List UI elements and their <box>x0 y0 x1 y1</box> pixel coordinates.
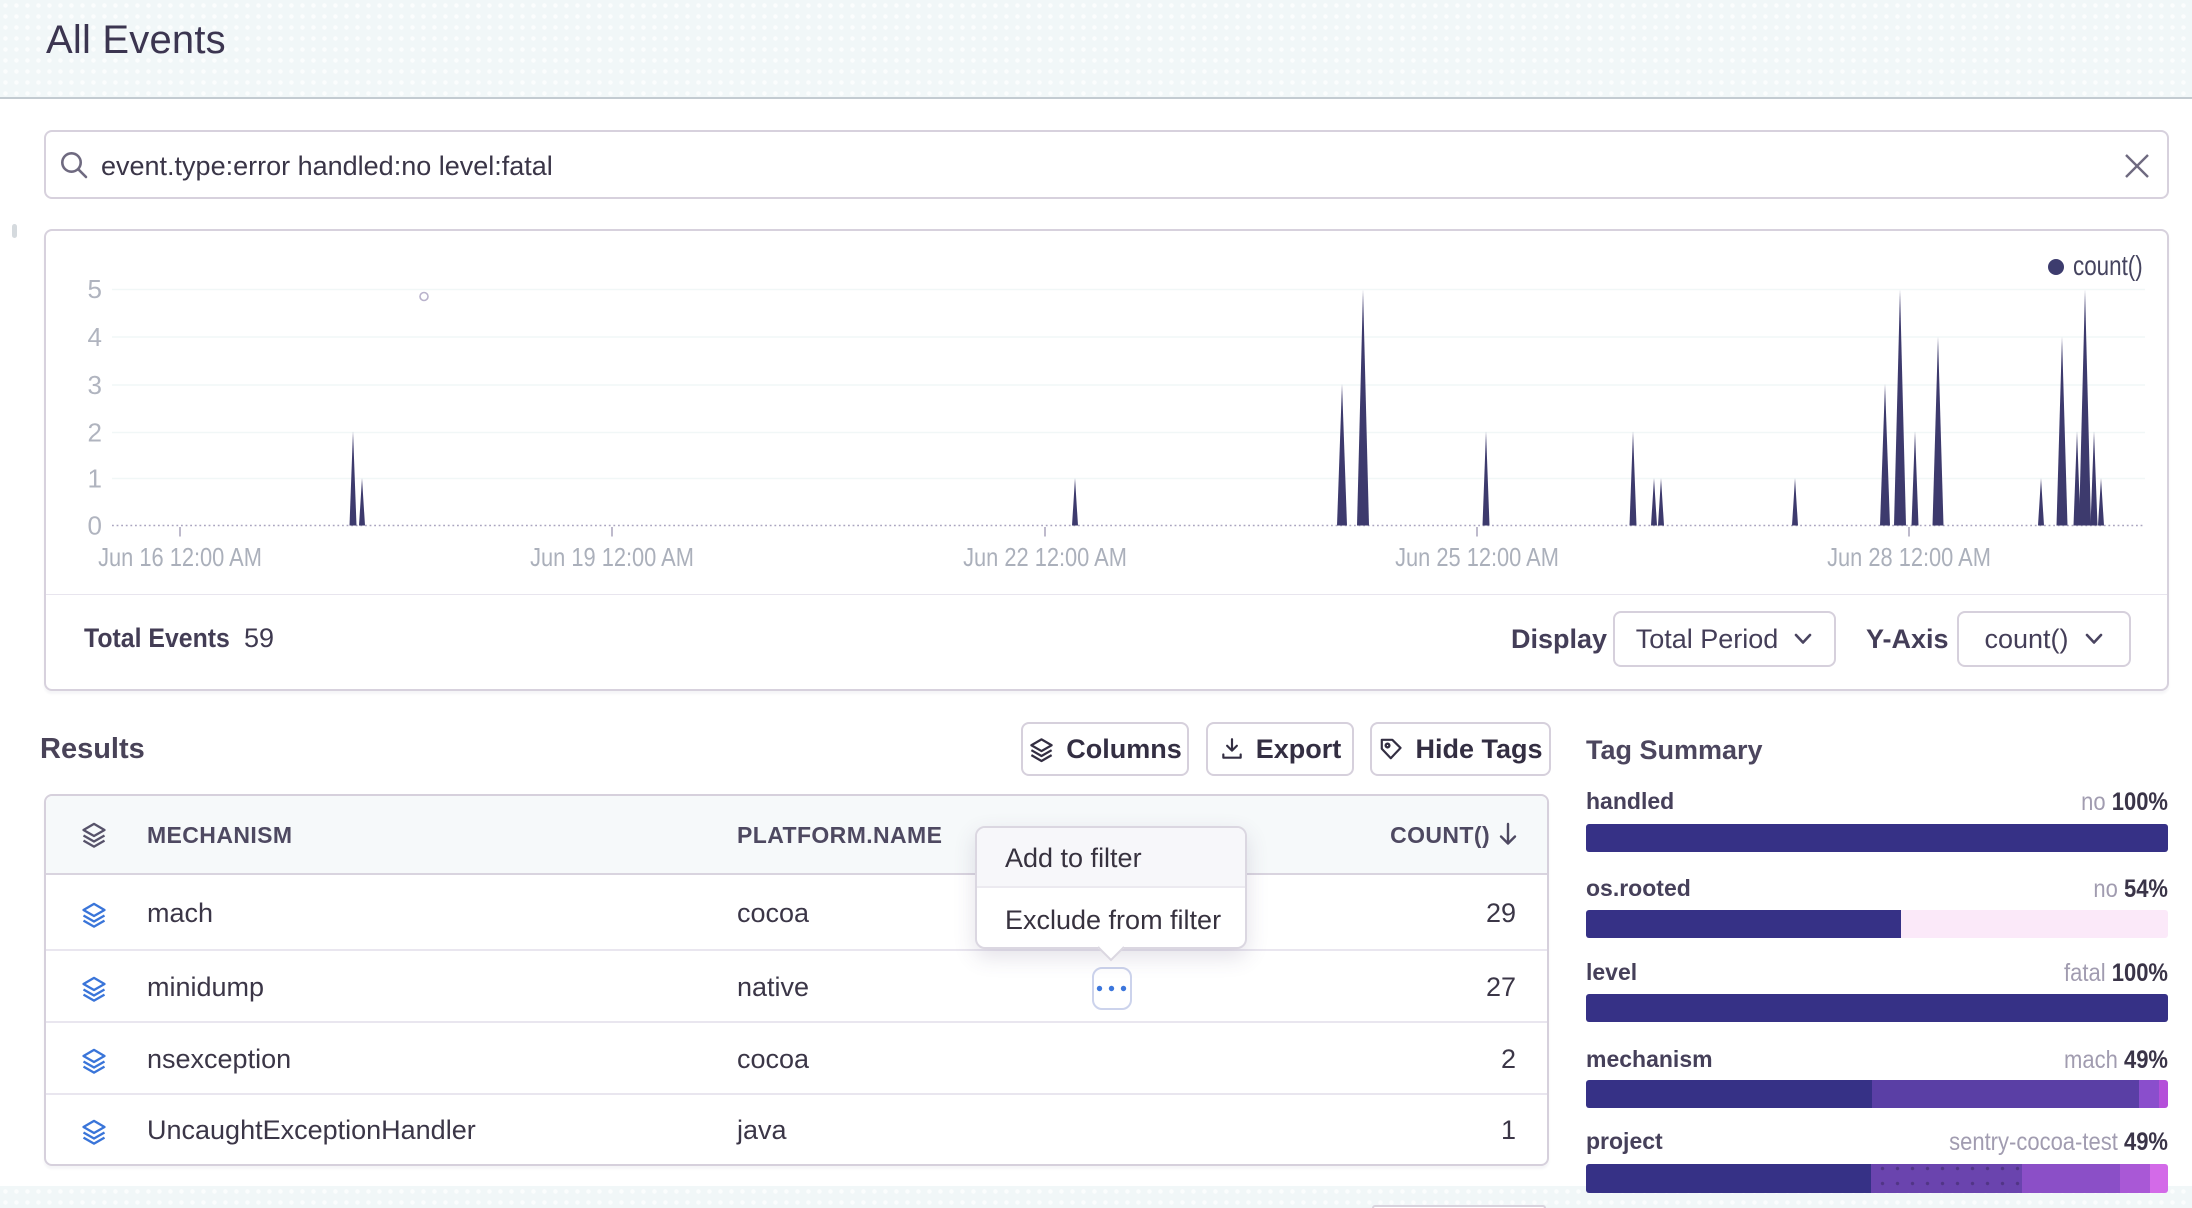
svg-text:Jun 28 12:00 AM: Jun 28 12:00 AM <box>1827 543 1991 572</box>
svg-text:1: 1 <box>88 464 102 494</box>
svg-text:2: 2 <box>88 418 102 448</box>
svg-text:3: 3 <box>88 370 102 400</box>
svg-text:Jun 16 12:00 AM: Jun 16 12:00 AM <box>98 543 262 572</box>
svg-text:4: 4 <box>88 322 102 352</box>
svg-text:Jun 19 12:00 AM: Jun 19 12:00 AM <box>530 543 694 572</box>
svg-text:Jun 25 12:00 AM: Jun 25 12:00 AM <box>1395 543 1559 572</box>
svg-text:5: 5 <box>88 274 102 304</box>
svg-text:0: 0 <box>88 511 102 541</box>
svg-text:Jun 22 12:00 AM: Jun 22 12:00 AM <box>963 543 1127 572</box>
